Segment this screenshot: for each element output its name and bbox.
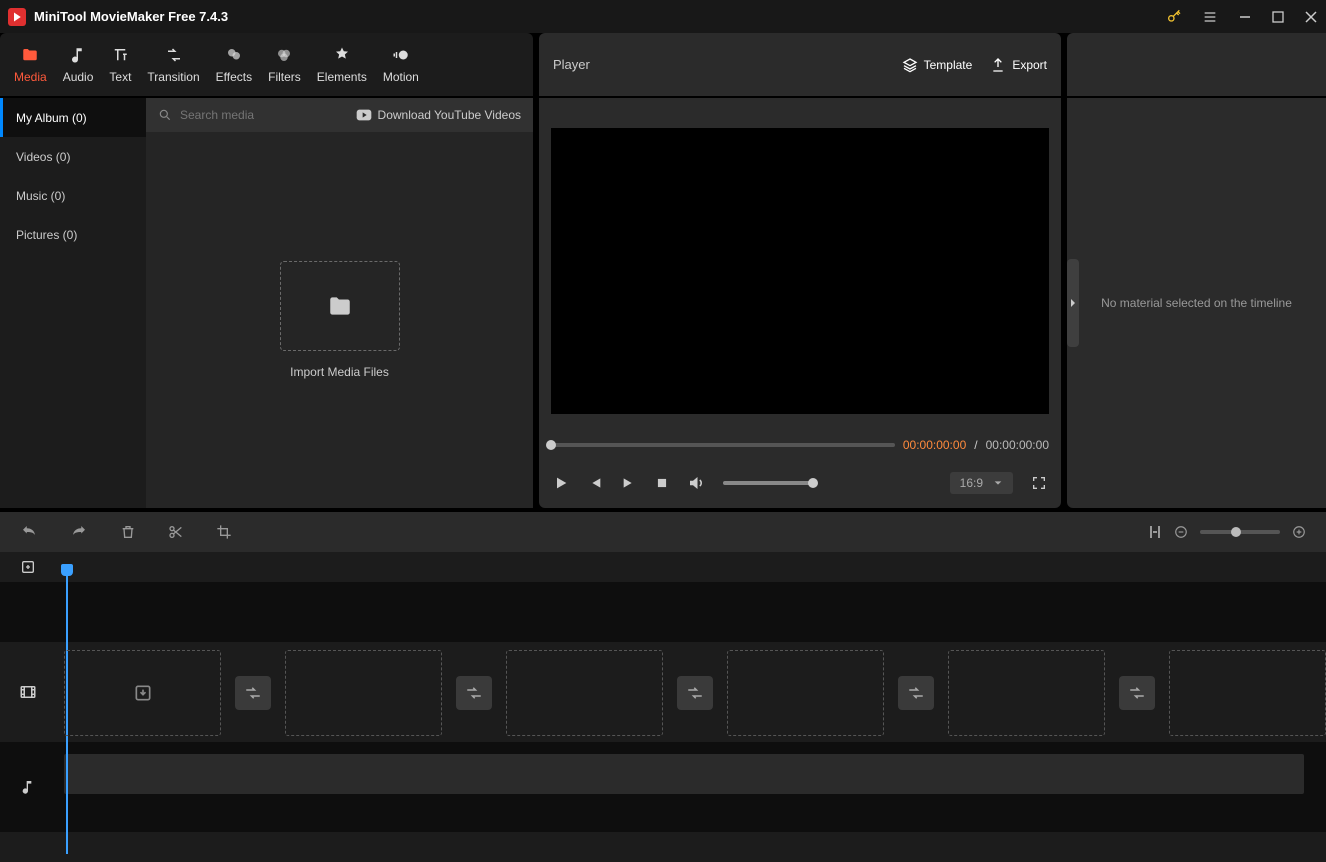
chevron-right-icon xyxy=(1069,298,1077,308)
clip-slot[interactable] xyxy=(948,650,1105,736)
tab-media[interactable]: Media xyxy=(6,33,55,96)
tab-text[interactable]: Text xyxy=(101,33,139,96)
sidebar-item-music[interactable]: Music (0) xyxy=(0,176,146,215)
youtube-icon xyxy=(356,109,372,121)
clip-slot[interactable] xyxy=(1169,650,1326,736)
transition-slot[interactable] xyxy=(677,676,713,710)
search-media[interactable] xyxy=(158,108,346,122)
properties-empty-text: No material selected on the timeline xyxy=(1101,296,1292,310)
zoom-out-button[interactable] xyxy=(1174,525,1188,539)
tab-motion[interactable]: Motion xyxy=(375,33,427,96)
transition-slot[interactable] xyxy=(1119,676,1155,710)
aspect-ratio-select[interactable]: 16:9 xyxy=(950,472,1013,494)
video-preview xyxy=(551,128,1049,414)
volume-slider[interactable] xyxy=(723,481,813,485)
clip-slot[interactable] xyxy=(506,650,663,736)
prev-frame-button[interactable] xyxy=(587,475,603,491)
sidebar-item-my-album[interactable]: My Album (0) xyxy=(0,98,146,137)
audio-track-icon xyxy=(0,742,56,832)
search-icon xyxy=(158,108,172,122)
folder-icon xyxy=(327,295,353,317)
audio-track-strip[interactable] xyxy=(64,754,1304,794)
import-media-dropzone[interactable] xyxy=(280,261,400,351)
library-panel: Media Audio Text Transition Effects Filt… xyxy=(0,33,533,508)
app-logo-icon xyxy=(8,8,26,26)
crop-button[interactable] xyxy=(216,524,232,540)
tab-elements[interactable]: Elements xyxy=(309,33,375,96)
seek-bar[interactable] xyxy=(551,443,895,447)
volume-icon[interactable] xyxy=(687,474,705,492)
timeline[interactable] xyxy=(0,552,1326,862)
zoom-slider[interactable] xyxy=(1200,530,1280,534)
export-button[interactable]: Export xyxy=(990,57,1047,73)
key-icon[interactable] xyxy=(1166,9,1182,25)
menu-icon[interactable] xyxy=(1202,9,1218,25)
add-track-button[interactable] xyxy=(0,552,56,582)
chevron-down-icon xyxy=(993,478,1003,488)
export-icon xyxy=(990,57,1006,73)
video-track-icon xyxy=(0,642,56,742)
tab-audio[interactable]: Audio xyxy=(55,33,102,96)
clip-slot[interactable] xyxy=(727,650,884,736)
seek-handle[interactable] xyxy=(546,440,556,450)
search-input[interactable] xyxy=(180,108,300,122)
redo-button[interactable] xyxy=(70,523,88,541)
title-bar: MiniTool MovieMaker Free 7.4.3 xyxy=(0,0,1326,33)
delete-button[interactable] xyxy=(120,524,136,540)
window-minimize-button[interactable] xyxy=(1238,10,1252,24)
transition-slot[interactable] xyxy=(898,676,934,710)
zoom-handle[interactable] xyxy=(1231,527,1241,537)
tab-effects[interactable]: Effects xyxy=(208,33,260,96)
time-current: 00:00:00:00 xyxy=(903,438,966,452)
import-media-label: Import Media Files xyxy=(290,365,389,379)
sidebar-item-pictures[interactable]: Pictures (0) xyxy=(0,215,146,254)
split-button[interactable] xyxy=(168,524,184,540)
collapse-properties-button[interactable] xyxy=(1067,259,1079,347)
clip-slot[interactable] xyxy=(285,650,442,736)
transition-slot[interactable] xyxy=(235,676,271,710)
app-title: MiniTool MovieMaker Free 7.4.3 xyxy=(34,9,1166,24)
stop-button[interactable] xyxy=(655,476,669,490)
player-label: Player xyxy=(553,57,884,72)
volume-handle[interactable] xyxy=(808,478,818,488)
library-sidebar: My Album (0) Videos (0) Music (0) Pictur… xyxy=(0,98,146,508)
properties-panel: No material selected on the timeline xyxy=(1067,33,1326,508)
transition-slot[interactable] xyxy=(456,676,492,710)
next-frame-button[interactable] xyxy=(621,475,637,491)
fit-zoom-button[interactable] xyxy=(1148,524,1162,540)
window-maximize-button[interactable] xyxy=(1272,11,1284,23)
time-duration: 00:00:00:00 xyxy=(986,438,1049,452)
tab-filters[interactable]: Filters xyxy=(260,33,309,96)
download-youtube-button[interactable]: Download YouTube Videos xyxy=(356,108,521,122)
tab-transition[interactable]: Transition xyxy=(139,33,207,96)
timeline-toolbar xyxy=(0,512,1326,552)
sidebar-item-videos[interactable]: Videos (0) xyxy=(0,137,146,176)
main-tabs: Media Audio Text Transition Effects Filt… xyxy=(0,33,533,96)
fullscreen-button[interactable] xyxy=(1031,475,1047,491)
template-button[interactable]: Template xyxy=(902,57,973,73)
window-close-button[interactable] xyxy=(1304,10,1318,24)
undo-button[interactable] xyxy=(20,523,38,541)
template-icon xyxy=(902,57,918,73)
video-track[interactable] xyxy=(64,650,1326,736)
zoom-in-button[interactable] xyxy=(1292,525,1306,539)
clip-slot[interactable] xyxy=(64,650,221,736)
player-panel: Player Template Export 00:00:00:00 / 00:… xyxy=(539,33,1061,508)
play-button[interactable] xyxy=(553,475,569,491)
import-clip-icon xyxy=(133,683,153,703)
